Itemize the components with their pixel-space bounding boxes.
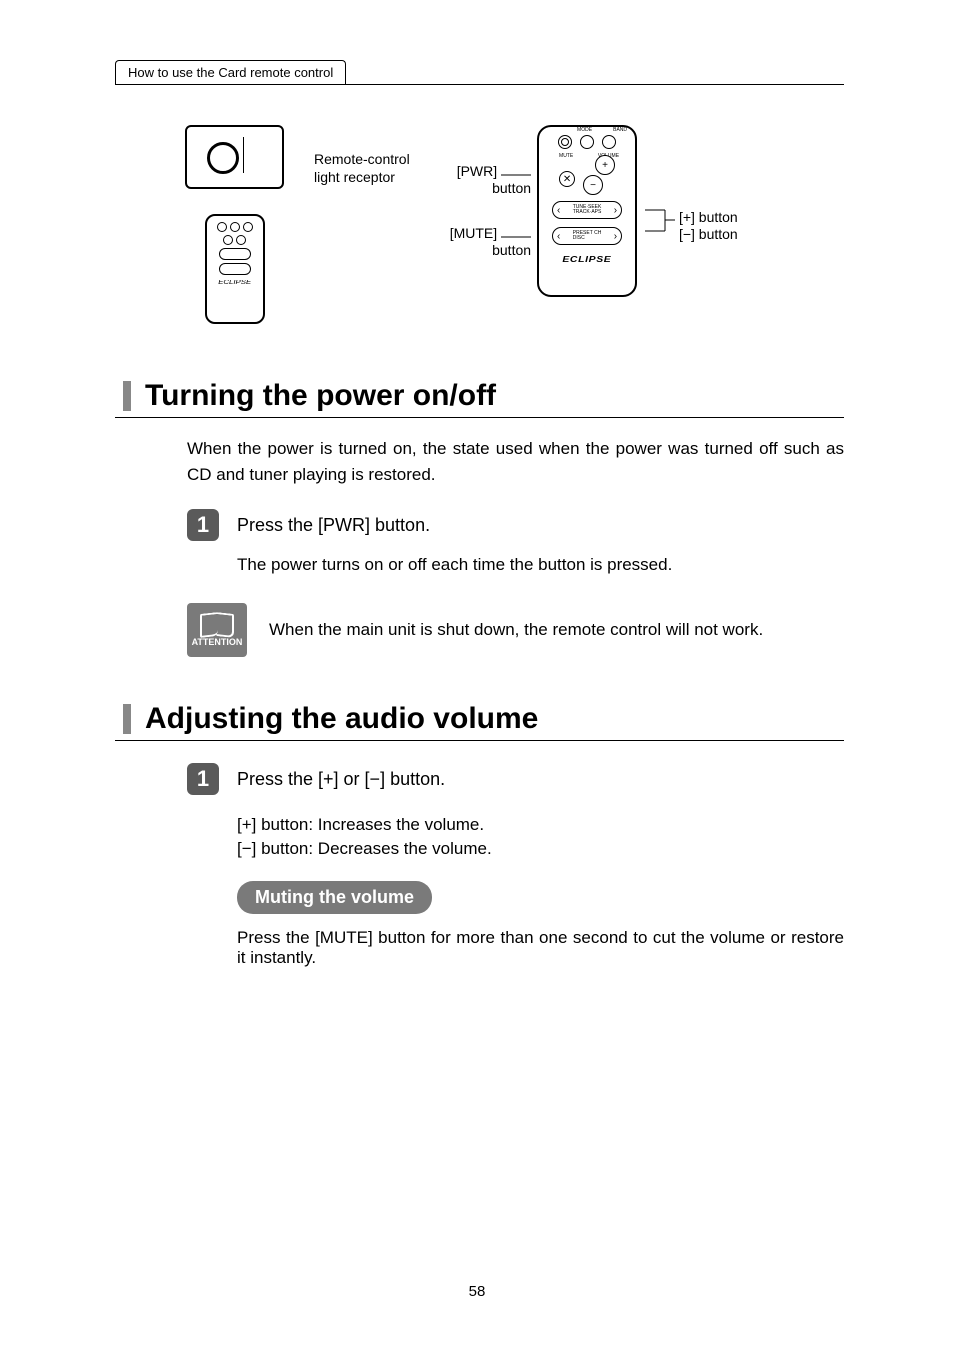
section-heading-power: Turning the power on/off xyxy=(115,379,844,418)
mute-button-icon: ✕ xyxy=(559,171,575,187)
section-heading-volume: Adjusting the audio volume xyxy=(115,702,844,741)
remote-large-illustration: MODE BAND MUTE VOLUME + − ✕ ‹ TUNE·SEEKT… xyxy=(537,125,637,297)
callouts-right: [+] button [−] button xyxy=(645,209,738,243)
main-unit-illustration xyxy=(185,125,284,189)
step-number-badge: 1 xyxy=(187,763,219,795)
power-step-sub: The power turns on or off each time the … xyxy=(237,555,844,575)
tune-seek-pill: ‹ TUNE·SEEKTRACK·APS › xyxy=(552,201,622,219)
attention-block: ATTENTION When the main unit is shut dow… xyxy=(187,603,844,657)
volume-step-1: 1 Press the [+] or [−] button. xyxy=(187,763,844,795)
breadcrumb: How to use the Card remote control xyxy=(115,60,844,85)
mode-button-icon xyxy=(580,135,594,149)
mute-instruction: Press the [MUTE] button for more than on… xyxy=(237,928,844,968)
minus-button-icon: − xyxy=(583,175,603,195)
attention-text: When the main unit is shut down, the rem… xyxy=(269,620,763,640)
heading-power: Turning the power on/off xyxy=(145,379,496,413)
step-instruction: Press the [+] or [−] button. xyxy=(237,769,445,790)
heading-bar-icon xyxy=(123,381,131,411)
remote-small-illustration: ECLIPSE xyxy=(205,214,265,324)
heading-volume: Adjusting the audio volume xyxy=(145,702,538,736)
sub-heading-muting: Muting the volume xyxy=(237,881,432,914)
plus-button-icon: + xyxy=(595,155,615,175)
step-instruction: Press the [PWR] button. xyxy=(237,515,430,536)
page-number: 58 xyxy=(0,1283,954,1300)
step-number-badge: 1 xyxy=(187,509,219,541)
book-icon xyxy=(200,613,234,635)
power-step-1: 1 Press the [PWR] button. xyxy=(187,509,844,541)
header-divider xyxy=(115,84,844,85)
band-button-icon xyxy=(602,135,616,149)
heading-bar-icon xyxy=(123,704,131,734)
callouts-left: [PWR] button [MUTE] button xyxy=(450,163,531,258)
minus-button-desc: [−] button: Decreases the volume. xyxy=(237,839,844,859)
attention-icon: ATTENTION xyxy=(187,603,247,657)
receptor-label: Remote-control light receptor xyxy=(314,150,410,186)
breadcrumb-label: How to use the Card remote control xyxy=(115,60,346,84)
diagram-area: ECLIPSE Remote-control light receptor [P… xyxy=(115,125,844,324)
plus-button-desc: [+] button: Increases the volume. xyxy=(237,815,844,835)
power-intro-text: When the power is turned on, the state u… xyxy=(187,436,844,487)
preset-ch-pill: ‹ PRESET CHDISC › xyxy=(552,227,622,245)
pwr-button-icon xyxy=(558,135,572,149)
